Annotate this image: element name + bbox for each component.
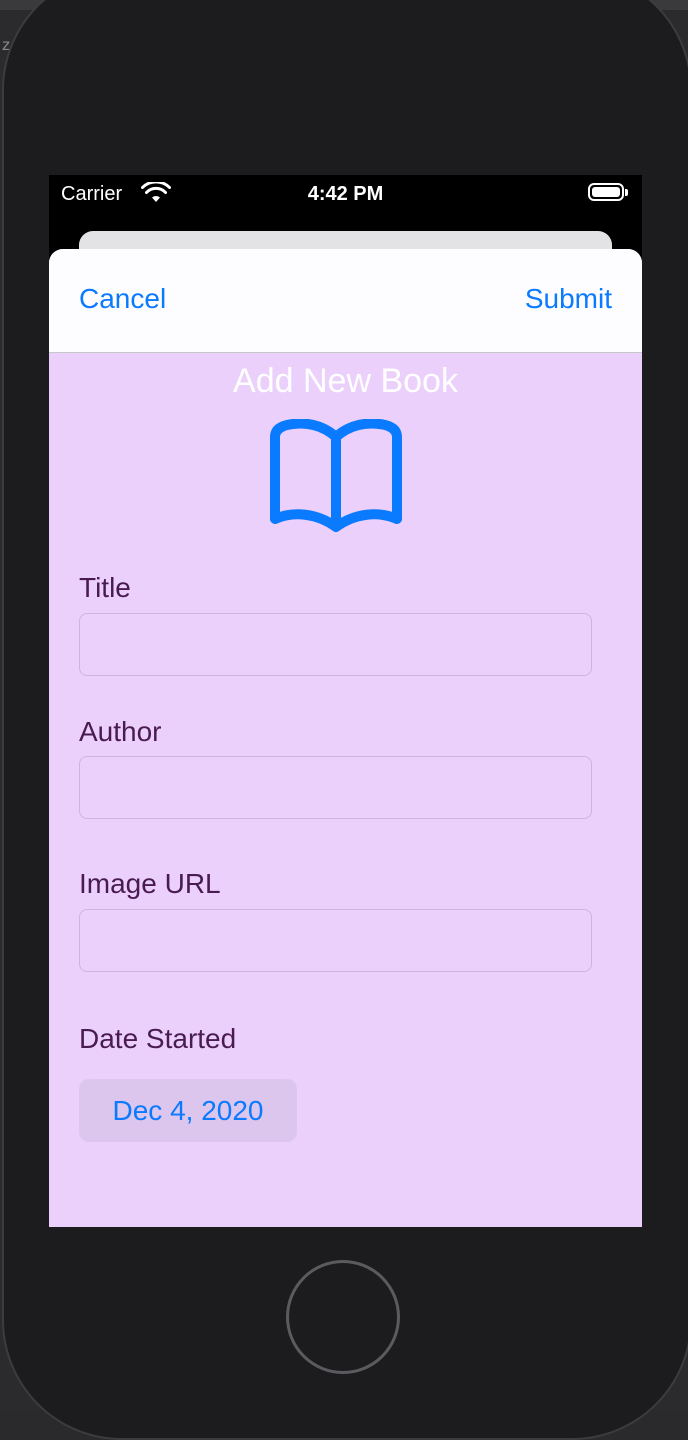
book-icon: [270, 419, 402, 532]
image-url-field[interactable]: [79, 909, 592, 972]
navigation-bar: Cancel Submit: [49, 249, 642, 353]
phone-screen: Carrier 4:42 PM Cancel Submit Add New Bo…: [49, 175, 642, 1227]
author-field[interactable]: [79, 756, 592, 819]
image-url-label: Image URL: [79, 868, 221, 899]
author-label: Author: [79, 716, 162, 747]
cancel-button[interactable]: Cancel: [79, 283, 166, 315]
title-field[interactable]: [79, 613, 592, 676]
status-time: 4:42 PM: [307, 183, 384, 205]
battery-icon: [588, 183, 624, 201]
title-label: Title: [79, 572, 131, 603]
date-started-picker[interactable]: Dec 4, 2020: [79, 1079, 297, 1142]
submit-button[interactable]: Submit: [525, 283, 612, 315]
add-book-sheet: Cancel Submit Add New Book Title Author …: [49, 249, 642, 1227]
date-started-label: Date Started: [79, 1023, 237, 1054]
home-button[interactable]: [286, 1260, 400, 1374]
form-title: Add New Book: [233, 362, 458, 400]
status-bar: Carrier 4:42 PM: [49, 175, 642, 215]
battery-tip: [625, 189, 628, 196]
